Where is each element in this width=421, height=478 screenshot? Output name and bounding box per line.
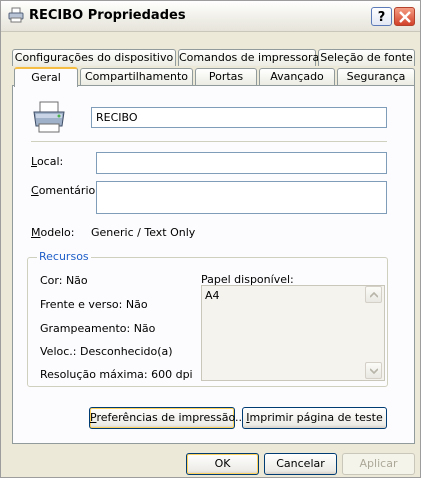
print-test-page-button[interactable]: Imprimir página de teste — [242, 407, 387, 429]
model-value: Generic / Text Only — [91, 226, 196, 239]
location-input[interactable] — [96, 152, 387, 174]
max-resolution: Resolução máxima: 600 dpi — [40, 368, 193, 381]
comment-label: Comentário: — [31, 184, 99, 197]
tab-font-selection[interactable]: Seleção de fonte — [318, 49, 415, 66]
printer-name-value: RECIBO — [96, 111, 138, 124]
tab-sharing[interactable]: Compartilhamento — [80, 68, 193, 85]
comment-input[interactable] — [96, 181, 387, 214]
tab-ports[interactable]: Portas — [195, 68, 257, 85]
close-icon — [399, 11, 411, 23]
cancel-button[interactable]: Cancelar — [264, 453, 337, 475]
tab-security[interactable]: Segurança — [337, 68, 415, 85]
printer-icon — [33, 101, 65, 133]
model-label: Modelo: — [31, 226, 75, 239]
chevron-up-icon — [370, 292, 378, 298]
paper-listbox[interactable]: A4 — [201, 285, 385, 381]
window-title: RECIBO Propriedades — [29, 8, 186, 23]
properties-dialog: RECIBO Propriedades ? Configurações do d… — [0, 0, 421, 478]
title-bar[interactable]: RECIBO Propriedades ? — [1, 1, 420, 32]
duplex-support: Frente e verso: Não — [40, 298, 148, 311]
printer-name-field[interactable]: RECIBO — [91, 107, 387, 128]
close-button[interactable] — [394, 7, 415, 26]
scroll-down-button[interactable] — [365, 362, 382, 379]
help-button[interactable]: ? — [371, 7, 392, 26]
separator — [31, 141, 387, 142]
color-support: Cor: Não — [40, 274, 88, 287]
tab-printer-commands[interactable]: Comandos de impressora — [178, 49, 319, 66]
apply-button[interactable]: Aplicar — [342, 453, 415, 475]
resources-group-title: Recursos — [37, 250, 91, 263]
tab-general[interactable]: Geral — [14, 67, 78, 87]
paper-list-item[interactable]: A4 — [205, 289, 220, 302]
chevron-down-icon — [370, 368, 378, 374]
tab-advanced[interactable]: Avançado — [259, 68, 335, 85]
staple-support: Grampeamento: Não — [40, 322, 156, 335]
printer-title-icon — [8, 7, 24, 23]
paper-list-scrollbar[interactable] — [365, 286, 382, 379]
printing-preferences-button[interactable]: Preferências de impressão... — [89, 407, 246, 429]
scroll-up-button[interactable] — [365, 286, 382, 303]
print-speed: Veloc.: Desconhecido(a) — [40, 345, 173, 358]
location-label: Local: — [31, 155, 64, 168]
tab-device-settings[interactable]: Configurações do dispositivo — [12, 49, 176, 66]
ok-button[interactable]: OK — [186, 453, 259, 475]
